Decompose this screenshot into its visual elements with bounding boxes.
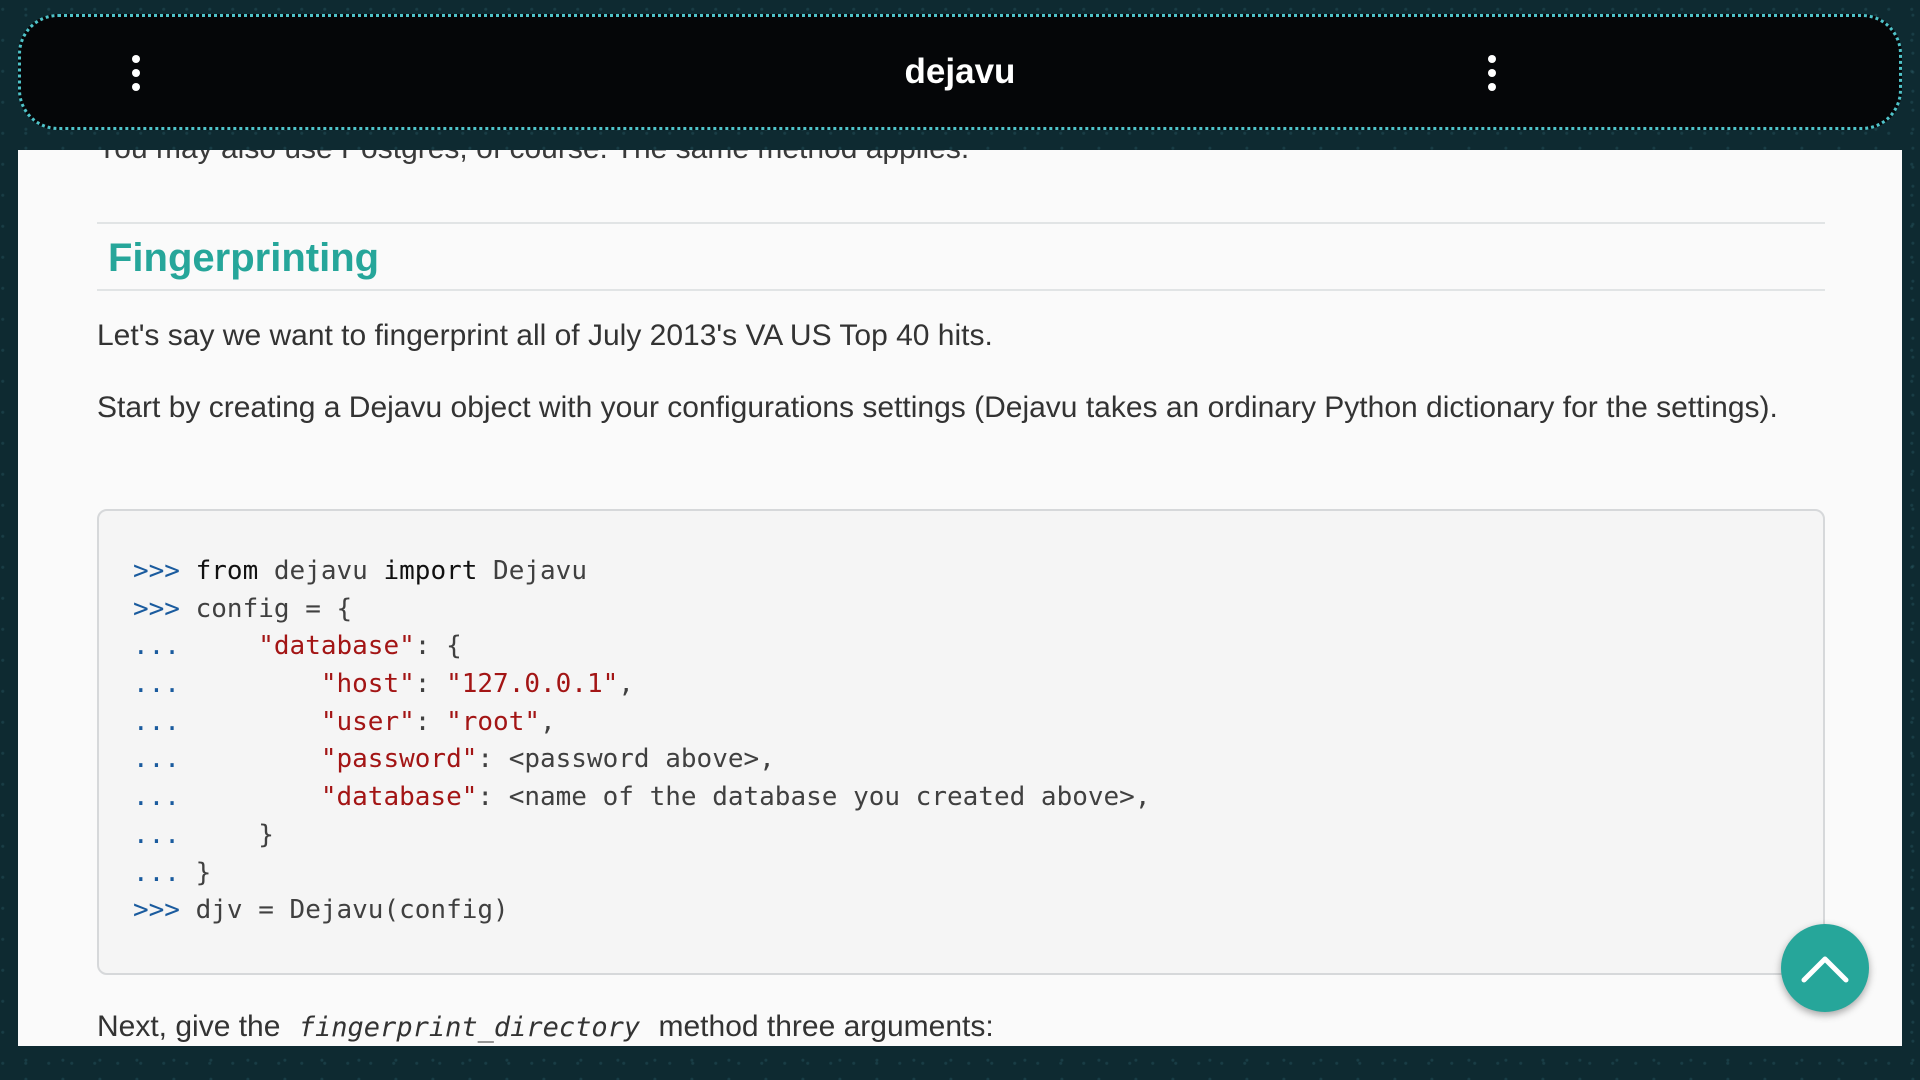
heading-rule-bottom bbox=[97, 289, 1825, 291]
code-text: Dejavu bbox=[477, 556, 587, 586]
code-text: , bbox=[618, 669, 634, 700]
code-text: : <name of the database you created abov… bbox=[477, 782, 1151, 813]
previous-paragraph: You may also use Postgres, of course. Th… bbox=[97, 150, 969, 166]
app-top-bar: dejavu bbox=[18, 14, 1902, 130]
section-title: Fingerprinting bbox=[108, 236, 380, 280]
code-text: , bbox=[540, 706, 556, 737]
paragraph-next: Next, give the fingerprint_directory met… bbox=[97, 1002, 1827, 1046]
code-line: ... "database": { bbox=[133, 628, 1150, 666]
code-line: ... "user": "root", bbox=[133, 704, 1150, 742]
code-block[interactable]: >>> from dejavu import Dejavu >>> config … bbox=[97, 509, 1825, 975]
code-prompt: >>> bbox=[133, 593, 196, 624]
scroll-to-top-button[interactable] bbox=[1781, 924, 1869, 1012]
code-string: "database" bbox=[320, 782, 478, 813]
content-card: You may also use Postgres, of course. Th… bbox=[18, 150, 1902, 1046]
code-string: "user" bbox=[320, 706, 415, 737]
code-prompt: ... bbox=[133, 819, 259, 850]
code-line: >>> config = { bbox=[133, 591, 1150, 629]
code-content: >>> from dejavu import Dejavu >>> config … bbox=[133, 553, 1150, 930]
code-line: ... "database": <name of the database yo… bbox=[133, 779, 1150, 817]
code-prompt: ... bbox=[133, 857, 196, 888]
code-text: : { bbox=[414, 631, 462, 662]
more-vertical-icon[interactable] bbox=[1477, 55, 1507, 91]
code-text: } bbox=[195, 857, 212, 888]
code-prompt: ... bbox=[133, 744, 321, 775]
code-line: ... "host": "127.0.0.1", bbox=[133, 666, 1150, 704]
code-string: "root" bbox=[446, 706, 540, 737]
code-line: >>> djv = Dejavu(config) bbox=[133, 892, 1150, 930]
code-prompt: ... bbox=[133, 669, 321, 700]
code-text: : <password above>, bbox=[477, 744, 775, 775]
code-text: : bbox=[414, 669, 447, 700]
code-text: config = { bbox=[195, 593, 353, 624]
paragraph-next-after: method three arguments: bbox=[658, 1010, 994, 1043]
code-prompt: >>> bbox=[133, 895, 196, 926]
code-prompt: ... bbox=[133, 631, 259, 662]
heading-rule-top bbox=[97, 222, 1825, 224]
paragraph-config: Start by creating a Dejavu object with y… bbox=[97, 391, 1778, 424]
code-line: ... } bbox=[133, 855, 1150, 893]
app-title: dejavu bbox=[904, 52, 1016, 91]
code-string: "password" bbox=[320, 744, 478, 775]
code-string: "database" bbox=[258, 631, 415, 662]
chevron-up-icon bbox=[1801, 956, 1849, 983]
code-string: "host" bbox=[320, 669, 415, 700]
code-line: >>> from dejavu import Dejavu bbox=[133, 553, 1150, 591]
paragraph-next-before: Next, give the bbox=[97, 1010, 281, 1043]
code-string: "127.0.0.1" bbox=[446, 669, 619, 700]
code-prompt: ... bbox=[133, 782, 321, 813]
code-text: dejavu bbox=[258, 556, 384, 586]
code-text: djv = Dejavu(config) bbox=[195, 895, 509, 926]
inline-code: fingerprint_directory bbox=[298, 1012, 641, 1043]
code-text: : bbox=[414, 706, 447, 737]
code-line: ... "password": <password above>, bbox=[133, 741, 1150, 779]
code-line: ... } bbox=[133, 817, 1150, 855]
code-text: } bbox=[258, 819, 274, 850]
code-prompt: ... bbox=[133, 706, 321, 737]
code-keyword: import bbox=[383, 556, 478, 586]
paragraph-intro: Let's say we want to fingerprint all of … bbox=[97, 319, 993, 352]
code-prompt: >>> bbox=[133, 556, 196, 586]
code-keyword: from bbox=[195, 556, 259, 586]
